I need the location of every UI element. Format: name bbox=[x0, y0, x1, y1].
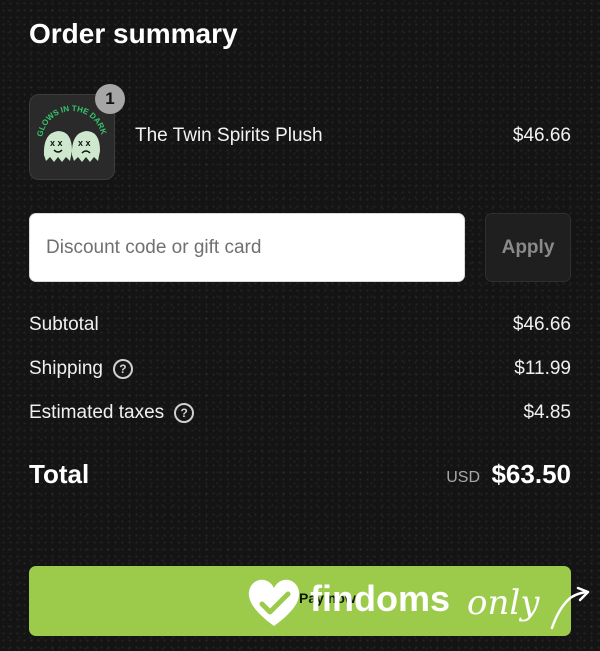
total-value: $63.50 bbox=[491, 459, 571, 489]
product-image-text: GLOWS IN THE DARK bbox=[35, 104, 108, 138]
svg-text:GLOWS IN THE DARK: GLOWS IN THE DARK bbox=[35, 104, 108, 138]
watermark-script: only bbox=[467, 583, 540, 623]
question-circle-icon[interactable]: ? bbox=[112, 359, 133, 379]
discount-code-input[interactable] bbox=[29, 213, 465, 282]
taxes-label: Estimated taxes bbox=[29, 402, 165, 423]
taxes-label-row: Estimated taxes ? bbox=[29, 402, 195, 424]
arrow-icon bbox=[550, 586, 590, 630]
product-price: $46.66 bbox=[512, 125, 571, 146]
total-currency: USD bbox=[446, 469, 480, 486]
total-label: Total bbox=[29, 459, 90, 489]
shipping-value: $11.99 bbox=[514, 358, 571, 379]
subtotal-value: $46.66 bbox=[512, 314, 571, 335]
watermark-brand: findoms bbox=[310, 578, 450, 619]
shipping-label: Shipping bbox=[29, 358, 103, 379]
subtotal-label: Subtotal bbox=[29, 314, 99, 335]
question-circle-icon[interactable]: ? bbox=[174, 403, 195, 423]
svg-text:x x: x x bbox=[50, 138, 63, 148]
shipping-label-row: Shipping ? bbox=[29, 358, 133, 380]
heart-logo-icon bbox=[248, 579, 300, 626]
quantity-badge: 1 bbox=[95, 84, 125, 114]
svg-text:x x: x x bbox=[78, 138, 91, 148]
taxes-value: $4.85 bbox=[523, 402, 571, 423]
apply-button[interactable]: Apply bbox=[485, 213, 571, 282]
page-title: Order summary bbox=[29, 18, 238, 49]
subtotal-label-row: Subtotal bbox=[29, 314, 99, 336]
product-name: The Twin Spirits Plush bbox=[135, 125, 323, 146]
